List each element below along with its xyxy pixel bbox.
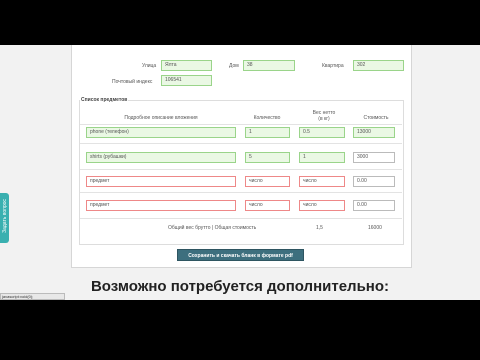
ask-question-tab[interactable]: Задать вопрос — [0, 193, 9, 243]
house-label: Дом — [229, 63, 239, 69]
row2-quantity-field[interactable]: 5 — [245, 152, 290, 163]
house-field[interactable]: 38 — [243, 60, 295, 71]
row-divider — [80, 218, 402, 219]
total-price-value: 16000 — [368, 225, 382, 231]
row1-description-field[interactable]: phone (телефон) — [86, 127, 236, 138]
col-weight-header-line2: (в кг) — [318, 116, 330, 122]
postal-label: Почтовый индекс — [112, 79, 153, 85]
row1-price-field[interactable]: 13000 — [353, 127, 395, 138]
header-divider — [80, 124, 402, 125]
row3-description-field[interactable]: предмет — [86, 176, 236, 187]
row2-description-field[interactable]: shirts (рубашки) — [86, 152, 236, 163]
row3-price-field[interactable]: 0.00 — [353, 176, 395, 187]
apartment-field[interactable]: 302 — [353, 60, 404, 71]
page-viewport: Улица Ялта Дом 38 Квартира 302 Почтовый … — [0, 45, 480, 300]
street-field[interactable]: Ялта — [161, 60, 212, 71]
save-pdf-button[interactable]: Сохранить и скачать бланк в формате pdf — [177, 249, 304, 261]
row2-price-field[interactable]: 3000 — [353, 152, 395, 163]
row4-description-field[interactable]: предмет — [86, 200, 236, 211]
row3-quantity-field[interactable]: число — [245, 176, 290, 187]
row4-price-field[interactable]: 0.00 — [353, 200, 395, 211]
row3-weight-field[interactable]: число — [299, 176, 345, 187]
col-price-header: Стоимость — [363, 115, 389, 121]
row4-weight-field[interactable]: число — [299, 200, 345, 211]
row-divider — [80, 169, 402, 170]
items-panel — [79, 100, 404, 245]
form-card: Улица Ялта Дом 38 Квартира 302 Почтовый … — [71, 45, 412, 268]
row-divider — [80, 143, 402, 144]
browser-status-bar: javascript:void(0); — [0, 293, 65, 300]
items-section-title: Список предметов — [80, 97, 129, 103]
apartment-label: Квартира — [322, 63, 344, 69]
postal-field[interactable]: 106541 — [161, 75, 212, 86]
col-weight-header: Вес нетто (в кг) — [298, 110, 350, 122]
row-divider — [80, 192, 402, 193]
street-label: Улица — [142, 63, 157, 69]
col-description-header: Подробное описание вложения — [124, 115, 198, 121]
row2-weight-field[interactable]: 1 — [299, 152, 345, 163]
ask-question-label: Задать вопрос — [2, 199, 8, 233]
col-quantity-header: Количество — [253, 115, 281, 121]
row1-quantity-field[interactable]: 1 — [245, 127, 290, 138]
row4-quantity-field[interactable]: число — [245, 200, 290, 211]
totals-label: Общий вес брутто | Общая стоимость — [168, 225, 257, 231]
row1-weight-field[interactable]: 0.5 — [299, 127, 345, 138]
section-heading: Возможно потребуется дополнительно: — [90, 278, 390, 295]
total-weight-value: 1,5 — [316, 225, 323, 231]
